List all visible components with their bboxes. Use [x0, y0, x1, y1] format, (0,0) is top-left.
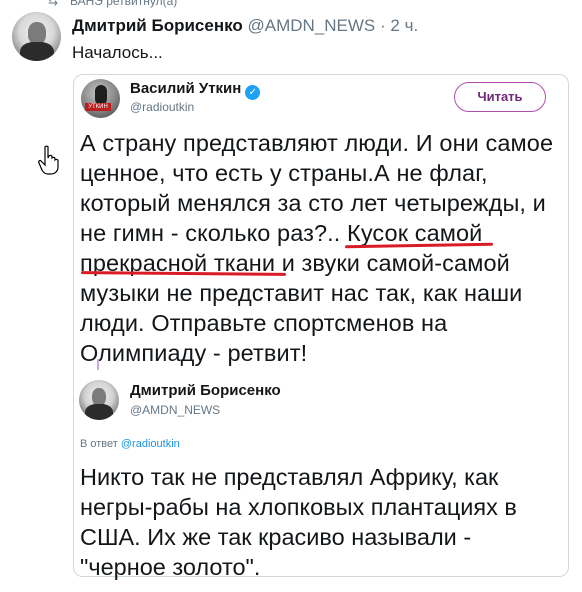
reply-text-line: Никто так не представлял Африку, как: [80, 464, 499, 490]
author-avatar[interactable]: [12, 12, 61, 61]
reply-author-handle[interactable]: @AMDN_NEWS: [130, 403, 220, 417]
retweet-icon: ⇆: [48, 0, 59, 8]
tweet-text: Началось...: [72, 43, 163, 62]
verified-badge-icon: ✓: [245, 85, 261, 100]
author-name[interactable]: Дмитрий Борисенко: [72, 16, 243, 35]
quoted-text-line: А страну представляют люди. И они самое: [80, 130, 554, 156]
quoted-text-line: люди. Отправьте спортсменов на: [80, 310, 448, 336]
quoted-tweet-text: А страну представляют люди. И они самое …: [80, 128, 566, 368]
reply-author-avatar[interactable]: [79, 380, 119, 420]
reply-prefix: В ответ: [80, 438, 118, 450]
quoted-author-avatar[interactable]: УТКИН: [81, 79, 120, 118]
reply-author-name[interactable]: Дмитрий Борисенко: [130, 382, 281, 399]
tweet[interactable]: ⇆ ВАНЭ ретвитнул(а) Дмитрий Борисенко @A…: [0, 0, 582, 592]
thread-connector-line: [97, 359, 99, 370]
reply-text-line: негры-рабы на хлопковых плантациях в: [80, 494, 517, 520]
retweet-header-text: ВАНЭ ретвитнул(а): [70, 0, 178, 8]
follow-button[interactable]: Читать: [454, 82, 546, 112]
quoted-text-line: ценное, что есть у страны.А не флаг,: [80, 160, 488, 186]
reply-mention-link[interactable]: @radioutkin: [121, 438, 180, 450]
reply-text-line: "черное золото".: [80, 554, 261, 580]
quoted-author-name[interactable]: Василий Уткин: [130, 80, 241, 97]
quoted-text-line: который менялся за сто лет четырежды, и: [80, 190, 546, 216]
author-handle[interactable]: @AMDN_NEWS: [248, 16, 376, 35]
reply-text-line: США. Их же так красиво называли -: [80, 524, 472, 550]
reply-tweet-text: Никто так не представлял Африку, как нег…: [80, 462, 566, 582]
hand-pointer-icon: [38, 145, 59, 175]
quoted-text-line: не гимн - сколько раз?.. Кусок самой: [80, 220, 483, 246]
reply-context: В ответ @radioutkin: [80, 438, 180, 450]
tweet-timestamp[interactable]: 2 ч.: [390, 16, 418, 35]
retweet-header: ⇆ ВАНЭ ретвитнул(а): [48, 0, 178, 8]
quoted-text-line: Олимпиаду - ретвит!: [80, 340, 308, 366]
quoted-author-name-row[interactable]: Василий Уткин ✓: [130, 80, 261, 100]
header-separator: ·: [380, 16, 386, 35]
quoted-author-handle[interactable]: @radioutkin: [130, 100, 194, 114]
tweet-header: Дмитрий Борисенко @AMDN_NEWS · 2 ч.: [72, 16, 418, 36]
quoted-text-line: музыки не представит нас так, как наши: [80, 280, 523, 306]
